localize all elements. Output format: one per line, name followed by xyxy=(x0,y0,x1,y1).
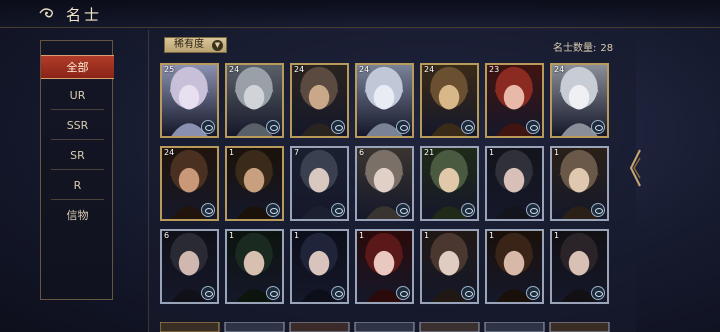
card-level: 7 xyxy=(294,148,300,157)
rarity-sidebar: 全部 UR SSR SR R 信物 xyxy=(40,40,114,300)
character-card[interactable]: 1 xyxy=(290,229,349,304)
page-title: 名士 xyxy=(66,6,103,24)
card-level: 23 xyxy=(489,65,500,74)
card-level: 1 xyxy=(229,148,235,157)
eye-badge-icon[interactable] xyxy=(266,203,280,217)
eye-badge-icon[interactable] xyxy=(266,120,280,134)
character-card[interactable]: 24 xyxy=(550,63,609,138)
rarity-filter-label: 稀有度 xyxy=(174,39,204,50)
roster-count: 名士数量: 28 xyxy=(549,39,613,54)
sidebar-divider xyxy=(51,199,104,200)
character-card[interactable]: 1 xyxy=(550,229,609,304)
eye-badge-icon[interactable] xyxy=(461,203,475,217)
eye-badge-icon[interactable] xyxy=(526,120,540,134)
character-card[interactable]: 7 xyxy=(290,146,349,221)
card-level: 1 xyxy=(359,231,365,240)
card-level: 1 xyxy=(489,231,495,240)
roster-count-value: 28 xyxy=(600,43,614,54)
character-card[interactable]: 23 xyxy=(485,63,544,138)
character-card[interactable]: 1 xyxy=(355,229,414,304)
eye-badge-icon[interactable] xyxy=(396,120,410,134)
character-card[interactable]: 24 xyxy=(290,63,349,138)
eye-badge-icon[interactable] xyxy=(201,120,215,134)
card-level: 24 xyxy=(294,65,305,74)
eye-badge-icon[interactable] xyxy=(526,286,540,300)
panel-expand-handle-icon[interactable] xyxy=(628,148,642,188)
next-row-peek xyxy=(160,322,610,332)
eye-badge-icon[interactable] xyxy=(396,203,410,217)
eye-badge-icon[interactable] xyxy=(591,203,605,217)
eye-badge-icon[interactable] xyxy=(461,286,475,300)
character-card[interactable]: 25 xyxy=(160,63,219,138)
character-card[interactable]: 24 xyxy=(160,146,219,221)
card-level: 6 xyxy=(359,148,365,157)
sidebar-divider xyxy=(51,169,104,170)
rarity-filter-button[interactable]: 稀有度 ▼ xyxy=(164,37,227,53)
character-card[interactable]: 6 xyxy=(160,229,219,304)
card-level: 1 xyxy=(294,231,300,240)
top-bar: 名士 xyxy=(0,0,720,28)
character-card[interactable]: 1 xyxy=(225,229,284,304)
card-level: 24 xyxy=(554,65,565,74)
back-swirl-icon[interactable] xyxy=(38,6,56,20)
card-level: 21 xyxy=(424,148,435,157)
card-level: 1 xyxy=(489,148,495,157)
eye-badge-icon[interactable] xyxy=(266,286,280,300)
card-level: 24 xyxy=(164,148,175,157)
character-card[interactable]: 1 xyxy=(485,146,544,221)
card-level: 24 xyxy=(424,65,435,74)
character-card[interactable]: 1 xyxy=(225,146,284,221)
eye-badge-icon[interactable] xyxy=(331,203,345,217)
eye-badge-icon[interactable] xyxy=(461,120,475,134)
card-level: 1 xyxy=(229,231,235,240)
character-card[interactable]: 21 xyxy=(420,146,479,221)
card-level: 25 xyxy=(164,65,175,74)
character-card[interactable]: 24 xyxy=(225,63,284,138)
sidebar-item-all[interactable]: 全部 xyxy=(41,55,114,79)
character-card[interactable]: 24 xyxy=(355,63,414,138)
card-level: 24 xyxy=(359,65,370,74)
card-level: 1 xyxy=(554,231,560,240)
eye-badge-icon[interactable] xyxy=(201,203,215,217)
eye-badge-icon[interactable] xyxy=(526,203,540,217)
sidebar-item-ur[interactable]: UR xyxy=(41,84,114,108)
character-card[interactable]: 1 xyxy=(420,229,479,304)
card-level: 1 xyxy=(554,148,560,157)
character-card[interactable]: 6 xyxy=(355,146,414,221)
sidebar-divider xyxy=(51,139,104,140)
eye-badge-icon[interactable] xyxy=(591,286,605,300)
sidebar-divider xyxy=(51,109,104,110)
card-level: 24 xyxy=(229,65,240,74)
eye-badge-icon[interactable] xyxy=(331,286,345,300)
sidebar-item-sr[interactable]: SR xyxy=(41,144,114,168)
eye-badge-icon[interactable] xyxy=(591,120,605,134)
character-card[interactable]: 1 xyxy=(550,146,609,221)
sidebar-item-ssr[interactable]: SSR xyxy=(41,114,114,138)
eye-badge-icon[interactable] xyxy=(331,120,345,134)
chevron-down-icon: ▼ xyxy=(212,40,223,51)
card-level: 1 xyxy=(424,231,430,240)
roster-count-label: 名士数量: xyxy=(553,43,597,54)
sidebar-item-r[interactable]: R xyxy=(41,174,114,198)
eye-badge-icon[interactable] xyxy=(201,286,215,300)
card-level: 6 xyxy=(164,231,170,240)
eye-badge-icon[interactable] xyxy=(396,286,410,300)
sidebar-item-token[interactable]: 信物 xyxy=(41,204,114,228)
character-card[interactable]: 1 xyxy=(485,229,544,304)
character-card[interactable]: 24 xyxy=(420,63,479,138)
